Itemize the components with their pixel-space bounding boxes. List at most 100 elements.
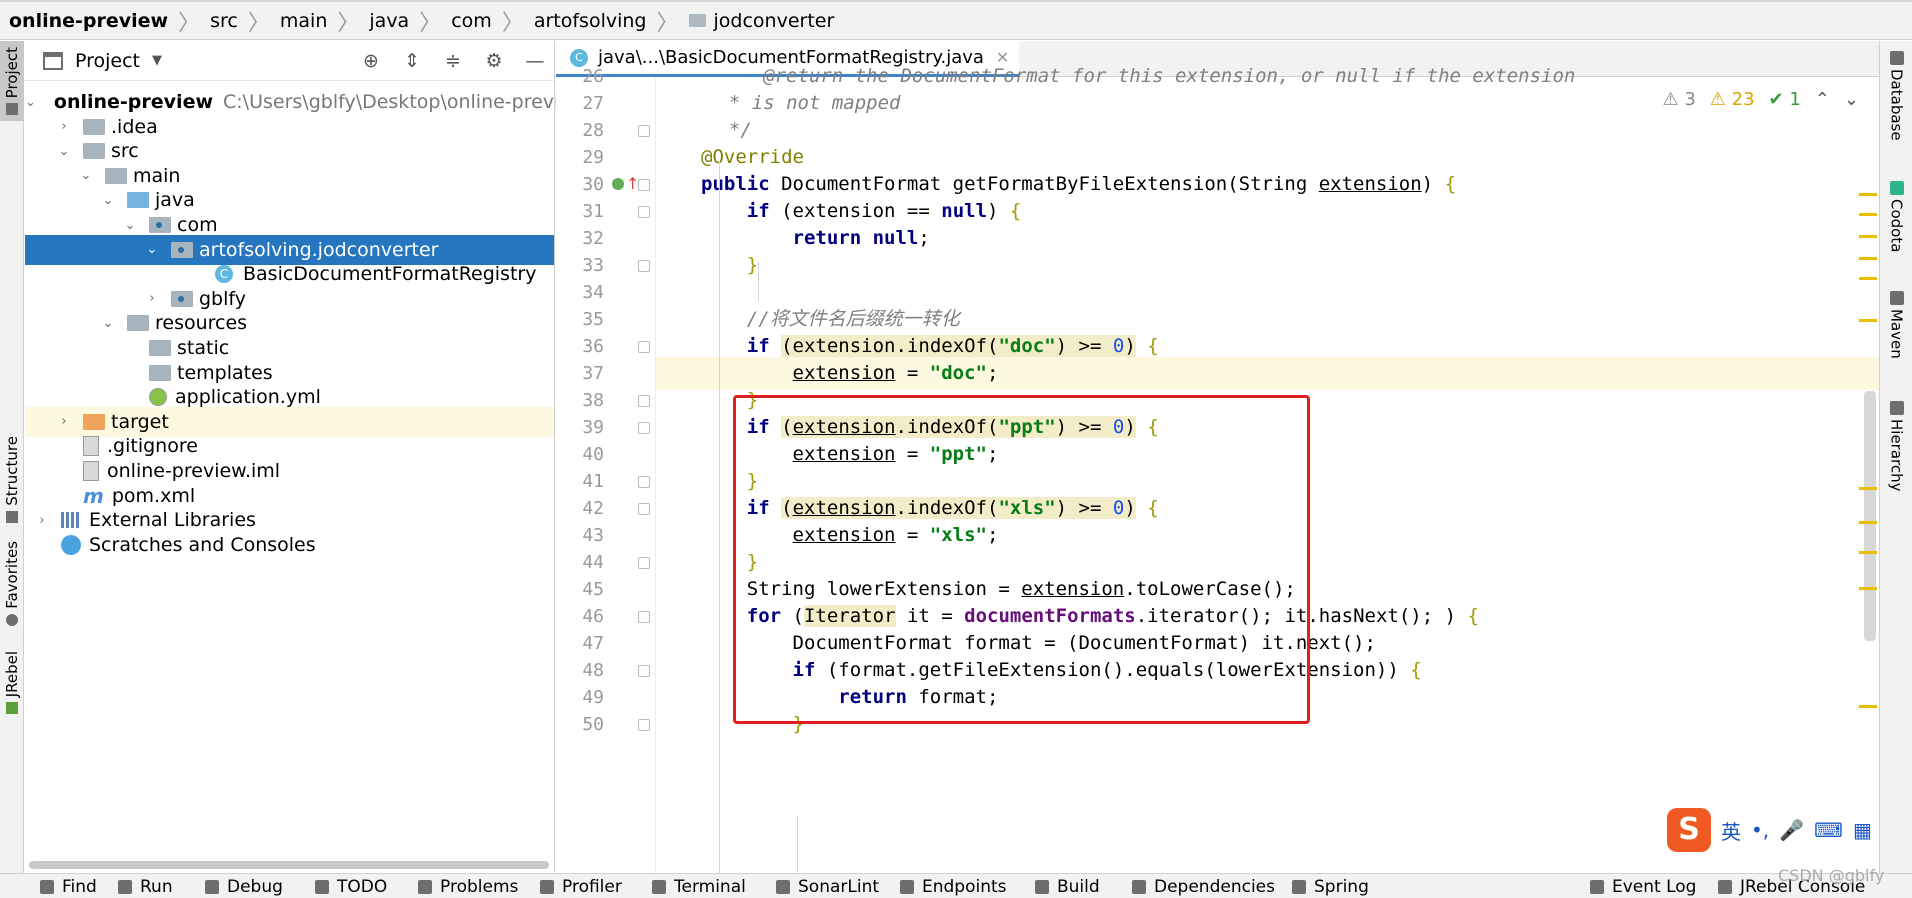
vertical-scrollbar[interactable]: [1864, 391, 1876, 641]
breadcrumb-label: artofsolving: [533, 9, 647, 32]
tool-icon: [315, 880, 329, 894]
grid-icon[interactable]: ▦: [1853, 818, 1872, 842]
tool-icon: [118, 880, 132, 894]
ime-language-toggle[interactable]: 英: [1721, 816, 1741, 845]
bottom-tool-find[interactable]: Find: [40, 877, 97, 897]
bottom-tool-debug[interactable]: Debug: [205, 877, 283, 897]
breadcrumb-item[interactable]: java: [369, 2, 409, 39]
horizontal-scrollbar[interactable]: [29, 861, 549, 869]
java-class-icon: C: [215, 265, 233, 284]
project-icon: [43, 51, 63, 70]
tree-item-label: com: [177, 214, 218, 236]
keyboard-icon[interactable]: ⌨: [1814, 818, 1843, 842]
chevron-down-icon[interactable]: ⌄: [1844, 89, 1859, 110]
chevron-right-icon[interactable]: ›: [57, 119, 71, 134]
tool-window-project[interactable]: Project: [0, 41, 24, 121]
collapse-all-icon[interactable]: ≑: [442, 50, 464, 72]
project-tool-window: Project ▼ ⊕ ⇕ ≑ ⚙ — ⌄ online-preview C:\Us…: [25, 41, 571, 873]
bottom-tool-build[interactable]: Build: [1035, 877, 1100, 897]
breadcrumb-item[interactable]: main: [280, 2, 327, 39]
chevron-right-icon[interactable]: ›: [35, 513, 49, 528]
tool-window-codota[interactable]: Codota: [1880, 181, 1912, 252]
tool-icon: [900, 880, 914, 894]
tool-window-database[interactable]: Database: [1880, 51, 1912, 141]
gear-icon[interactable]: ⚙: [483, 50, 505, 72]
fold-marker-icon[interactable]: [638, 719, 650, 731]
chevron-up-icon[interactable]: ⌃: [1815, 89, 1830, 110]
fold-marker-icon[interactable]: [638, 125, 650, 137]
chevron-down-icon[interactable]: ⌄: [101, 316, 115, 331]
chevron-down-icon[interactable]: ⌄: [101, 193, 115, 208]
bottom-tool-todo[interactable]: TODO: [315, 877, 387, 897]
breadcrumb-item[interactable]: artofsolving: [534, 2, 647, 39]
tree-item-label: templates: [177, 361, 273, 384]
chevron-down-icon[interactable]: ⌄: [79, 168, 93, 183]
microphone-icon[interactable]: 🎤: [1779, 818, 1804, 842]
fold-marker-icon[interactable]: [638, 665, 650, 677]
breadcrumb-item[interactable]: com: [451, 2, 492, 39]
tree-item-label: resources: [155, 312, 248, 335]
bottom-tool-problems[interactable]: Problems: [418, 877, 518, 897]
breadcrumb-item[interactable]: jodconverter: [688, 2, 834, 39]
fold-marker-icon[interactable]: [638, 179, 650, 191]
chevron-down-icon[interactable]: ⌄: [25, 95, 36, 110]
tool-window-maven[interactable]: Maven: [1880, 291, 1912, 359]
chevron-right-icon[interactable]: ›: [57, 414, 71, 429]
fold-marker-icon[interactable]: [638, 260, 650, 272]
breadcrumb-item[interactable]: online-preview: [9, 2, 168, 39]
warning-stripe: [1859, 257, 1877, 260]
star-icon: [6, 613, 18, 626]
fold-marker-icon[interactable]: [638, 206, 650, 218]
bottom-tool-spring[interactable]: Spring: [1292, 877, 1369, 897]
inspection-widget[interactable]: ⚠ 3 ⚠ 23 ✔ 1 ⌃ ⌄: [1662, 89, 1859, 110]
tool-window-favorites[interactable]: Favorites: [0, 541, 24, 626]
bottom-tool-sonarlint[interactable]: SonarLint: [776, 877, 879, 897]
fold-marker-icon[interactable]: [638, 395, 650, 407]
fold-marker-icon[interactable]: [638, 611, 650, 623]
locate-icon[interactable]: ⊕: [360, 50, 382, 72]
tree-item-label: src: [111, 140, 139, 163]
bottom-tool-profiler[interactable]: Profiler: [540, 877, 622, 897]
source-folder-icon: [127, 192, 149, 209]
module-path: C:\Users\gblfy\Desktop\online-previe: [223, 91, 572, 113]
fold-marker-icon[interactable]: [638, 503, 650, 515]
chevron-down-icon[interactable]: ⌄: [123, 218, 137, 233]
fold-marker-icon[interactable]: [638, 557, 650, 569]
project-title[interactable]: Project: [75, 50, 140, 72]
minimize-icon[interactable]: —: [524, 50, 546, 72]
input-method-toolbar[interactable]: S 英 •, 🎤 ⌨ ▦: [1667, 808, 1897, 852]
chevron-down-icon[interactable]: ⌄: [145, 242, 159, 257]
bottom-tool-event-log[interactable]: Event Log: [1590, 877, 1696, 897]
fold-marker-icon[interactable]: [638, 341, 650, 353]
bottom-tool-label: Debug: [227, 877, 283, 897]
bottom-tool-endpoints[interactable]: Endpoints: [900, 877, 1007, 897]
tree-item-label: gblfy: [199, 287, 246, 310]
chevron-right-icon[interactable]: ›: [145, 291, 159, 306]
tool-window-structure[interactable]: Structure: [0, 436, 24, 526]
fold-marker-icon[interactable]: [638, 422, 650, 434]
bottom-tool-run[interactable]: Run: [118, 877, 173, 897]
bottom-tool-dependencies[interactable]: Dependencies: [1132, 877, 1275, 897]
override-gutter-icon[interactable]: [612, 178, 624, 190]
ime-punctuation-toggle[interactable]: •,: [1751, 818, 1769, 842]
tool-window-hierarchy[interactable]: Hierarchy: [1880, 401, 1912, 492]
tool-window-jrebel[interactable]: JRebel: [0, 651, 24, 731]
fold-marker-icon[interactable]: [638, 476, 650, 488]
warning-stripe: [1859, 213, 1877, 216]
tool-icon: [40, 880, 54, 894]
tool-label-project: Project: [3, 47, 21, 99]
bottom-tool-label: Endpoints: [922, 877, 1007, 897]
tool-label-maven: Maven: [1887, 309, 1906, 359]
bottom-tool-terminal[interactable]: Terminal: [652, 877, 746, 897]
folder-icon: [6, 103, 18, 116]
code-editor: C java\...\BasicDocumentFormatRegistry.j…: [556, 41, 1879, 873]
tree-item[interactable]: Scratches and Consoles: [25, 530, 554, 560]
bottom-tool-label: Terminal: [674, 877, 746, 897]
breadcrumb-item[interactable]: src: [210, 2, 238, 39]
chevron-down-icon[interactable]: ▼: [152, 53, 162, 68]
expand-all-icon[interactable]: ⇕: [401, 50, 423, 72]
bottom-tool-label: Build: [1057, 877, 1100, 897]
chevron-down-icon[interactable]: ⌄: [57, 144, 71, 159]
ide-window: online-preview 〉 src 〉 main 〉 java 〉 com 〉 artofso…: [0, 0, 1912, 898]
left-tool-strip: Project Structure Favorites JRebel: [0, 41, 24, 873]
